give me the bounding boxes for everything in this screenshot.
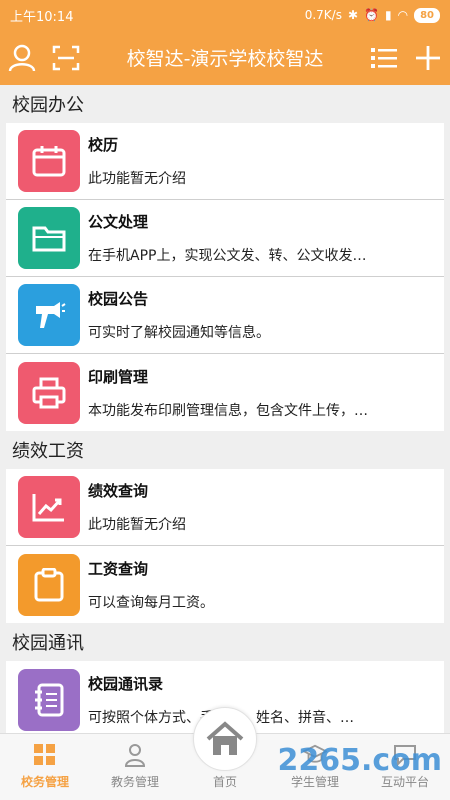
item-desc: 在手机APP上，实现公文发、转、公文收发… — [88, 248, 367, 264]
printer-icon — [18, 361, 80, 424]
profile-icon[interactable] — [0, 30, 44, 85]
list-item-performance[interactable]: 绩效查询 此功能暂无介绍 — [6, 469, 444, 546]
section-title: 校园办公 — [0, 85, 450, 123]
item-desc: 此功能暂无介绍 — [88, 517, 186, 533]
item-title: 绩效查询 — [88, 482, 149, 500]
wifi-icon: ◠ — [397, 8, 409, 22]
item-text: 工资查询 可以查询每月工资。 — [88, 558, 444, 612]
item-text: 印刷管理 本功能发布印刷管理信息，包含文件上传，… — [88, 366, 444, 420]
tab-label: 教务管理 — [110, 775, 159, 789]
bluetooth-icon: ✱ — [347, 8, 359, 22]
list-item-announcement[interactable]: 校园公告 可实时了解校园通知等信息。 — [6, 277, 444, 354]
item-title: 校历 — [88, 136, 119, 154]
section-items: 绩效查询 此功能暂无介绍 工资查询 可以查询每月工资。 — [0, 469, 450, 623]
item-text: 公文处理 在手机APP上，实现公文发、转、公文收发… — [88, 211, 444, 265]
item-title: 校园通讯录 — [88, 674, 164, 693]
folder-icon — [18, 207, 80, 269]
megaphone-icon — [18, 284, 80, 346]
module-list: 校园办公 校历 此功能暂无介绍 公文处理 在手机APP上，实现公文发、转、公文收… — [0, 85, 450, 733]
home-icon — [206, 721, 244, 755]
section-title: 校园通讯 — [0, 623, 450, 661]
status-indicators: 0.7K/s ✱ ⏰ ▮ ◠ 80 — [304, 7, 440, 23]
alarm-icon: ⏰ — [364, 8, 379, 22]
calendar-icon — [18, 130, 80, 192]
status-time: 上午10:14 — [10, 9, 74, 25]
section-title: 绩效工资 — [0, 431, 450, 469]
tab-school-affairs[interactable]: 校务管理 — [0, 734, 90, 800]
network-speed: 0.7K/s — [304, 8, 342, 22]
addressbook-icon — [18, 668, 80, 731]
list-item-calendar[interactable]: 校历 此功能暂无介绍 — [6, 123, 444, 200]
person-icon — [123, 743, 147, 767]
clipboard-icon — [18, 553, 80, 616]
tab-label: 首页 — [212, 775, 237, 789]
tab-label: 校务管理 — [20, 775, 69, 789]
scan-icon[interactable] — [44, 30, 88, 85]
item-title: 印刷管理 — [88, 367, 149, 386]
list-item-documents[interactable]: 公文处理 在手机APP上，实现公文发、转、公文收发… — [6, 200, 444, 277]
add-icon[interactable] — [406, 30, 450, 85]
tab-teaching-affairs[interactable]: 教务管理 — [90, 734, 180, 800]
status-bar: 上午10:14 0.7K/s ✱ ⏰ ▮ ◠ 80 — [0, 0, 450, 30]
grid-icon — [33, 743, 57, 767]
list-item-printing[interactable]: 印刷管理 本功能发布印刷管理信息，包含文件上传，… — [6, 354, 444, 431]
battery-indicator: 80 — [414, 7, 440, 23]
item-text: 校历 此功能暂无介绍 — [88, 134, 444, 188]
chart-icon — [18, 476, 80, 538]
item-text: 校园公告 可实时了解校园通知等信息。 — [88, 288, 444, 342]
section-items: 校历 此功能暂无介绍 公文处理 在手机APP上，实现公文发、转、公文收发… 校园… — [0, 123, 450, 431]
app-header: 校智达-演示学校校智达 — [0, 30, 450, 85]
watermark: 2265.com — [277, 743, 442, 778]
signal-icon: ▮ — [384, 8, 392, 22]
item-title: 工资查询 — [88, 559, 149, 578]
item-text: 绩效查询 此功能暂无介绍 — [88, 480, 444, 534]
item-desc: 可实时了解校园通知等信息。 — [88, 325, 270, 341]
item-title: 公文处理 — [88, 213, 149, 231]
page-title: 校智达-演示学校校智达 — [126, 48, 324, 70]
item-desc: 可按照个体方式、手机号、姓名、拼音、… — [88, 707, 444, 727]
list-item-salary[interactable]: 工资查询 可以查询每月工资。 — [6, 546, 444, 623]
item-desc: 可以查询每月工资。 — [88, 594, 214, 611]
item-desc: 此功能暂无介绍 — [88, 171, 186, 187]
item-desc: 本功能发布印刷管理信息，包含文件上传，… — [88, 402, 368, 419]
home-button[interactable] — [193, 707, 257, 771]
list-menu-icon[interactable] — [362, 30, 406, 85]
item-text: 校园通讯录 可按照个体方式、手机号、姓名、拼音、… — [88, 673, 444, 727]
item-title: 校园公告 — [88, 290, 149, 308]
